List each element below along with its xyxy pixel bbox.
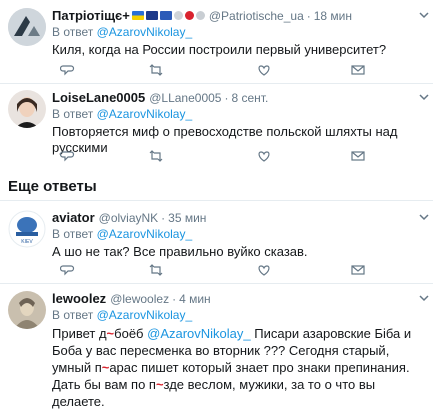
reply-context: В ответ @AzarovNikolay_ bbox=[52, 25, 425, 40]
retweet-icon[interactable] bbox=[148, 148, 164, 164]
timestamp[interactable]: 4 мин bbox=[179, 291, 211, 307]
reply-to-link[interactable]: @AzarovNikolay_ bbox=[97, 308, 193, 322]
user-handle[interactable]: @Patriotische_ua bbox=[209, 8, 304, 24]
message-icon[interactable] bbox=[350, 62, 366, 78]
censor-mark: ~ bbox=[155, 377, 164, 392]
user-handle[interactable]: @olviayNK bbox=[99, 210, 159, 226]
avatar[interactable]: KIEV bbox=[8, 210, 46, 248]
chevron-down-icon[interactable] bbox=[417, 210, 431, 224]
reply-icon[interactable] bbox=[60, 262, 76, 278]
reply-prefix: В ответ bbox=[52, 107, 94, 121]
separator-dot: · bbox=[172, 292, 177, 306]
avatar[interactable] bbox=[8, 90, 46, 128]
user-name[interactable]: Патріотiщє+ bbox=[52, 8, 130, 24]
reply-context: В ответ @AzarovNikolay_ bbox=[52, 107, 425, 122]
reply-to-link[interactable]: @AzarovNikolay_ bbox=[97, 227, 193, 241]
reply-context: В ответ @AzarovNikolay_ bbox=[52, 308, 425, 323]
like-icon[interactable] bbox=[256, 262, 272, 278]
tweet-header: lewoolez @lewoolez · 4 мин bbox=[52, 291, 425, 307]
timestamp[interactable]: 8 сент. bbox=[231, 90, 268, 106]
chevron-down-icon[interactable] bbox=[417, 90, 431, 104]
reply-to-link[interactable]: @AzarovNikolay_ bbox=[97, 107, 193, 121]
tweet-header: aviator @olviayNK · 35 мин bbox=[52, 210, 425, 226]
retweet-icon[interactable] bbox=[148, 62, 164, 78]
message-icon[interactable] bbox=[350, 148, 366, 164]
tweet-2[interactable]: LoiseLane0005 @LLane0005 · 8 сент. В отв… bbox=[0, 84, 433, 174]
more-replies-heading: Еще ответы bbox=[8, 178, 97, 195]
tweet-3[interactable]: KIEV aviator @olviayNK · 35 мин В ответ … bbox=[0, 201, 433, 284]
user-handle[interactable]: @LLane0005 bbox=[149, 90, 221, 106]
chevron-down-icon[interactable] bbox=[417, 291, 431, 305]
user-handle[interactable]: @lewoolez bbox=[110, 291, 169, 307]
tweet-text: А шо не так? Все правильно вуйко сказав. bbox=[52, 244, 308, 259]
avatar[interactable] bbox=[8, 8, 46, 46]
avatar[interactable] bbox=[8, 291, 46, 329]
separator-dot: · bbox=[306, 9, 311, 23]
user-name[interactable]: aviator bbox=[52, 210, 95, 226]
timestamp[interactable]: 18 мин bbox=[314, 8, 352, 24]
reply-prefix: В ответ bbox=[52, 227, 94, 241]
user-name[interactable]: lewoolez bbox=[52, 291, 106, 307]
chevron-down-icon[interactable] bbox=[417, 8, 431, 22]
mention-link[interactable]: @AzarovNikolay_ bbox=[147, 326, 251, 341]
tweet-4[interactable]: lewoolez @lewoolez · 4 мин В ответ @Azar… bbox=[0, 284, 433, 409]
name-emoji bbox=[131, 11, 205, 20]
reply-context: В ответ @AzarovNikolay_ bbox=[52, 227, 425, 242]
tweet-actions bbox=[60, 62, 365, 78]
reply-icon[interactable] bbox=[60, 62, 76, 78]
retweet-icon[interactable] bbox=[148, 262, 164, 278]
user-name[interactable]: LoiseLane0005 bbox=[52, 90, 145, 106]
separator-dot: · bbox=[161, 211, 166, 225]
tweet-actions bbox=[60, 148, 365, 164]
tweet-text-part-1b: боёб bbox=[114, 326, 144, 341]
reply-prefix: В ответ bbox=[52, 308, 94, 322]
censor-mark: ~ bbox=[106, 326, 115, 341]
svg-text:KIEV: KIEV bbox=[21, 239, 33, 245]
timestamp[interactable]: 35 мин bbox=[168, 210, 206, 226]
like-icon[interactable] bbox=[256, 148, 272, 164]
tweet-header: Патріотiщє+ @Patriotische_ua · 18 мин bbox=[52, 8, 425, 24]
reply-icon[interactable] bbox=[60, 148, 76, 164]
message-icon[interactable] bbox=[350, 262, 366, 278]
tweet-text: Привет д~боёб @AzarovNikolay_ Писари аза… bbox=[52, 325, 425, 410]
reply-to-link[interactable]: @AzarovNikolay_ bbox=[97, 25, 193, 39]
like-icon[interactable] bbox=[256, 62, 272, 78]
tweet-actions bbox=[60, 262, 365, 278]
tweet-1[interactable]: Патріотiщє+ @Patriotische_ua · 18 мин В … bbox=[0, 0, 433, 84]
tweet-text-part-1: Привет д bbox=[52, 326, 107, 341]
tweet-header: LoiseLane0005 @LLane0005 · 8 сент. bbox=[52, 90, 425, 106]
separator-dot: · bbox=[224, 91, 229, 105]
tweet-text: Киля, когда на России построили первый у… bbox=[52, 42, 387, 57]
reply-prefix: В ответ bbox=[52, 25, 94, 39]
